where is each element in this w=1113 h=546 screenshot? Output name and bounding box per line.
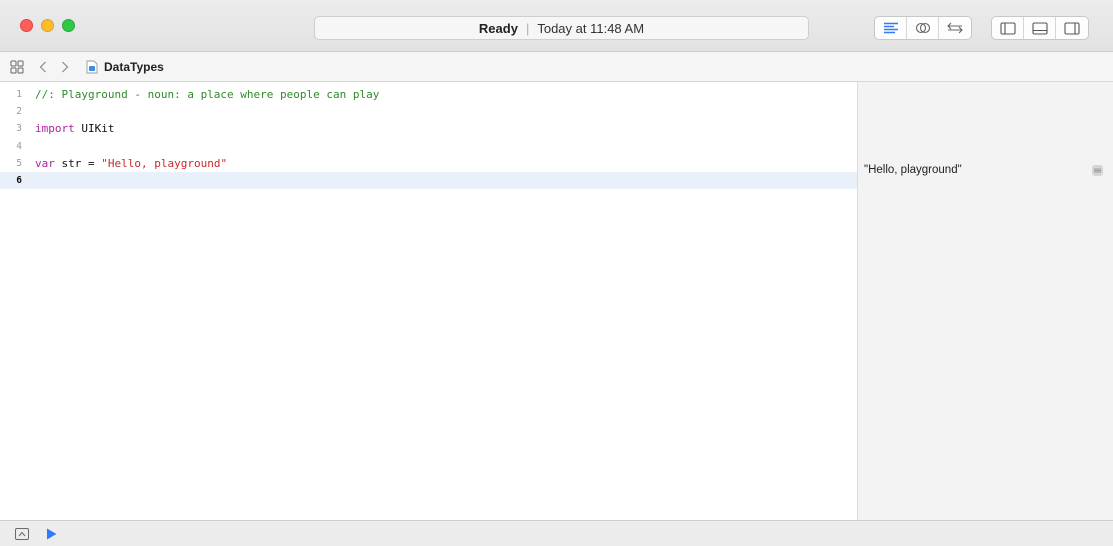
code-text: var str = "Hello, playground" — [35, 155, 227, 172]
close-window-button[interactable] — [20, 19, 33, 32]
toggle-utilities-button[interactable] — [1056, 17, 1088, 39]
quick-look-icon — [1094, 168, 1101, 172]
toggle-navigator-button[interactable] — [992, 17, 1024, 39]
status-separator: | — [525, 20, 530, 36]
show-debug-area-icon — [15, 527, 29, 540]
standard-editor-button[interactable] — [875, 17, 907, 39]
status-time: Today at 11:48 AM — [537, 20, 645, 36]
line-number: 4 — [16, 140, 22, 152]
results-sidebar: "Hello, playground" — [857, 82, 1113, 520]
editor-mode-control — [874, 16, 972, 40]
toggle-console-button[interactable] — [11, 526, 33, 542]
toggle-debug-area-button[interactable] — [1024, 17, 1056, 39]
minimize-window-button[interactable] — [41, 19, 54, 32]
toolbar: Ready | Today at 11:48 AM — [0, 0, 1113, 52]
quick-look-button[interactable] — [1092, 164, 1103, 176]
playground-file-icon — [86, 60, 98, 73]
chevron-right-icon — [62, 61, 69, 72]
grid-icon — [10, 60, 24, 73]
jump-bar-file-item[interactable]: DataTypes — [86, 60, 164, 74]
line-number: 6 — [16, 174, 22, 186]
code-line[interactable]: 2 — [0, 103, 857, 120]
code-token-plain: UIKit — [74, 122, 115, 136]
play-icon — [46, 528, 56, 539]
chevron-left-icon — [39, 61, 46, 72]
code-token-str: "Hello, playground" — [101, 156, 228, 170]
code-token-kw: import — [35, 122, 75, 136]
file-name: DataTypes — [104, 59, 164, 74]
code-text: //: Playground - noun: a place where peo… — [35, 86, 379, 103]
source-editor[interactable]: 1 //: Playground - noun: a place where pe… — [0, 82, 857, 520]
line-number: 3 — [16, 123, 22, 135]
back-button[interactable] — [32, 52, 54, 82]
code-token-kw: var — [35, 156, 55, 170]
result-row: "Hello, playground" — [858, 160, 1113, 180]
standard-editor-icon — [883, 22, 898, 33]
playground-window: Ready | Today at 11:48 AM DataTypes 1 //… — [0, 0, 1113, 546]
code-line[interactable]: 3 import UIKit — [0, 120, 857, 137]
line-number: 5 — [16, 157, 22, 169]
related-items-button[interactable] — [2, 52, 32, 82]
code-line[interactable]: 1 //: Playground - noun: a place where pe… — [0, 86, 857, 103]
assistant-editor-icon — [915, 22, 930, 34]
version-editor-icon — [947, 22, 963, 34]
utilities-panel-icon — [1064, 21, 1080, 35]
result-value: "Hello, playground" — [864, 164, 962, 176]
code-token-plain: str = — [54, 156, 102, 170]
assistant-editor-button[interactable] — [907, 17, 939, 39]
line-number: 2 — [16, 106, 22, 118]
debug-bar — [0, 520, 1113, 546]
code-line[interactable]: 5 var str = "Hello, playground" — [0, 155, 857, 172]
forward-button[interactable] — [54, 52, 76, 82]
status-text: Ready — [478, 20, 518, 36]
code-line[interactable]: 6 — [0, 171, 857, 190]
debug-panel-icon — [1031, 21, 1048, 35]
code-token-comment: //: Playground - noun: a place where peo… — [35, 88, 380, 101]
jump-bar: DataTypes — [0, 52, 1113, 82]
line-number: 1 — [16, 89, 22, 100]
code-text: import UIKit — [35, 120, 115, 137]
version-editor-button[interactable] — [939, 17, 971, 39]
zoom-window-button[interactable] — [62, 19, 75, 32]
navigator-panel-icon — [999, 21, 1016, 35]
code-line[interactable]: 4 — [0, 138, 857, 155]
panel-toggle-control — [991, 16, 1089, 40]
activity-viewer: Ready | Today at 11:48 AM — [314, 16, 809, 40]
window-controls — [20, 19, 75, 32]
run-playground-button[interactable] — [41, 526, 61, 542]
